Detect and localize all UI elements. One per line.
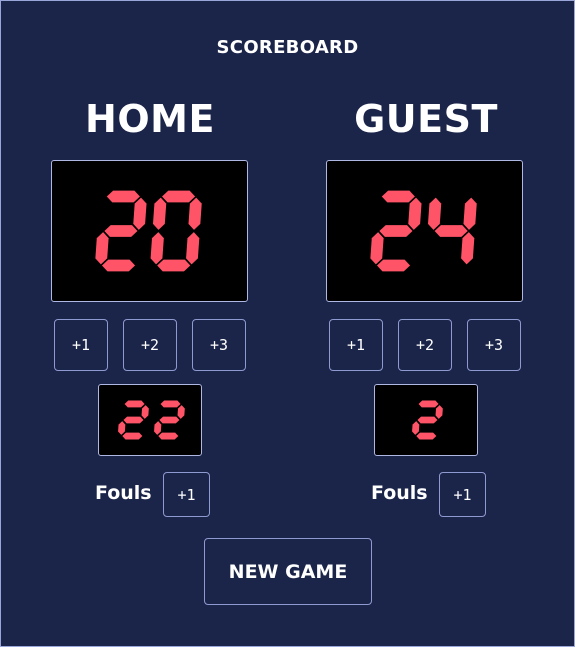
home-add-3-button[interactable]: +3 <box>192 319 246 371</box>
segment-a <box>418 400 439 408</box>
segment-b <box>435 405 443 419</box>
home-fouls-label: Fouls <box>95 482 152 504</box>
segment-d <box>416 432 437 440</box>
segment-f <box>152 197 167 230</box>
segment-g <box>417 416 438 424</box>
segment-g <box>159 416 180 424</box>
home-add-2-button[interactable]: +2 <box>123 319 177 371</box>
segment-c <box>186 232 200 265</box>
segment-f <box>427 197 442 230</box>
guest-add-foul-button[interactable]: +1 <box>439 472 486 517</box>
home-score-digits <box>95 190 202 272</box>
guest-score-digits-digit-2 <box>427 197 477 265</box>
segment-d <box>158 432 179 440</box>
guest-fouls-display <box>374 384 478 456</box>
segment-g <box>379 225 413 237</box>
home-score-display <box>51 160 248 302</box>
home-add-1-button[interactable]: +1 <box>54 319 108 371</box>
guest-fouls-digits-digit-1 <box>412 400 443 440</box>
segment-c <box>461 232 475 265</box>
new-game-button[interactable]: NEW GAME <box>204 538 372 605</box>
segment-a <box>160 400 181 408</box>
segment-b <box>188 197 202 230</box>
scoreboard-title: SCOREBOARD <box>216 37 359 58</box>
home-fouls-digits-digit-2 <box>154 400 185 440</box>
home-score-digits-digit-1 <box>95 190 147 272</box>
segment-a <box>106 190 140 203</box>
home-fouls-display <box>98 384 202 456</box>
guest-add-2-button[interactable]: +2 <box>398 319 452 371</box>
home-fouls-digits-digit-1 <box>118 400 149 440</box>
segment-d <box>101 259 136 272</box>
scoreboard-panel: SCOREBOARD HOME GUEST +1 +2 +3 +1 +2 +3 … <box>0 0 575 647</box>
guest-score-display <box>326 160 523 302</box>
segment-d <box>376 259 411 272</box>
guest-fouls-digits <box>412 400 443 440</box>
segment-b <box>177 405 185 419</box>
segment-b <box>141 405 149 419</box>
home-fouls-digits <box>118 400 185 440</box>
guest-add-1-button[interactable]: +1 <box>329 319 383 371</box>
guest-score-digits-digit-1 <box>370 190 422 272</box>
segment-g <box>123 416 144 424</box>
home-team-name: HOME <box>85 97 215 141</box>
segment-b <box>463 197 477 230</box>
segment-a <box>162 190 196 203</box>
segment-e <box>95 232 109 265</box>
segment-b <box>133 197 147 230</box>
segment-e <box>150 232 164 265</box>
segment-e <box>154 421 162 435</box>
segment-a <box>124 400 145 408</box>
segment-g <box>434 225 468 237</box>
guest-add-3-button[interactable]: +3 <box>467 319 521 371</box>
segment-d <box>157 259 191 272</box>
guest-score-digits <box>370 190 477 272</box>
segment-g <box>104 225 138 237</box>
segment-d <box>122 432 143 440</box>
home-score-digits-digit-2 <box>150 190 202 272</box>
home-add-foul-button[interactable]: +1 <box>163 472 210 517</box>
segment-e <box>370 232 384 265</box>
guest-fouls-label: Fouls <box>371 482 428 504</box>
segment-a <box>381 190 415 203</box>
segment-e <box>412 421 420 435</box>
segment-e <box>118 421 126 435</box>
segment-b <box>408 197 422 230</box>
guest-team-name: GUEST <box>354 97 498 141</box>
